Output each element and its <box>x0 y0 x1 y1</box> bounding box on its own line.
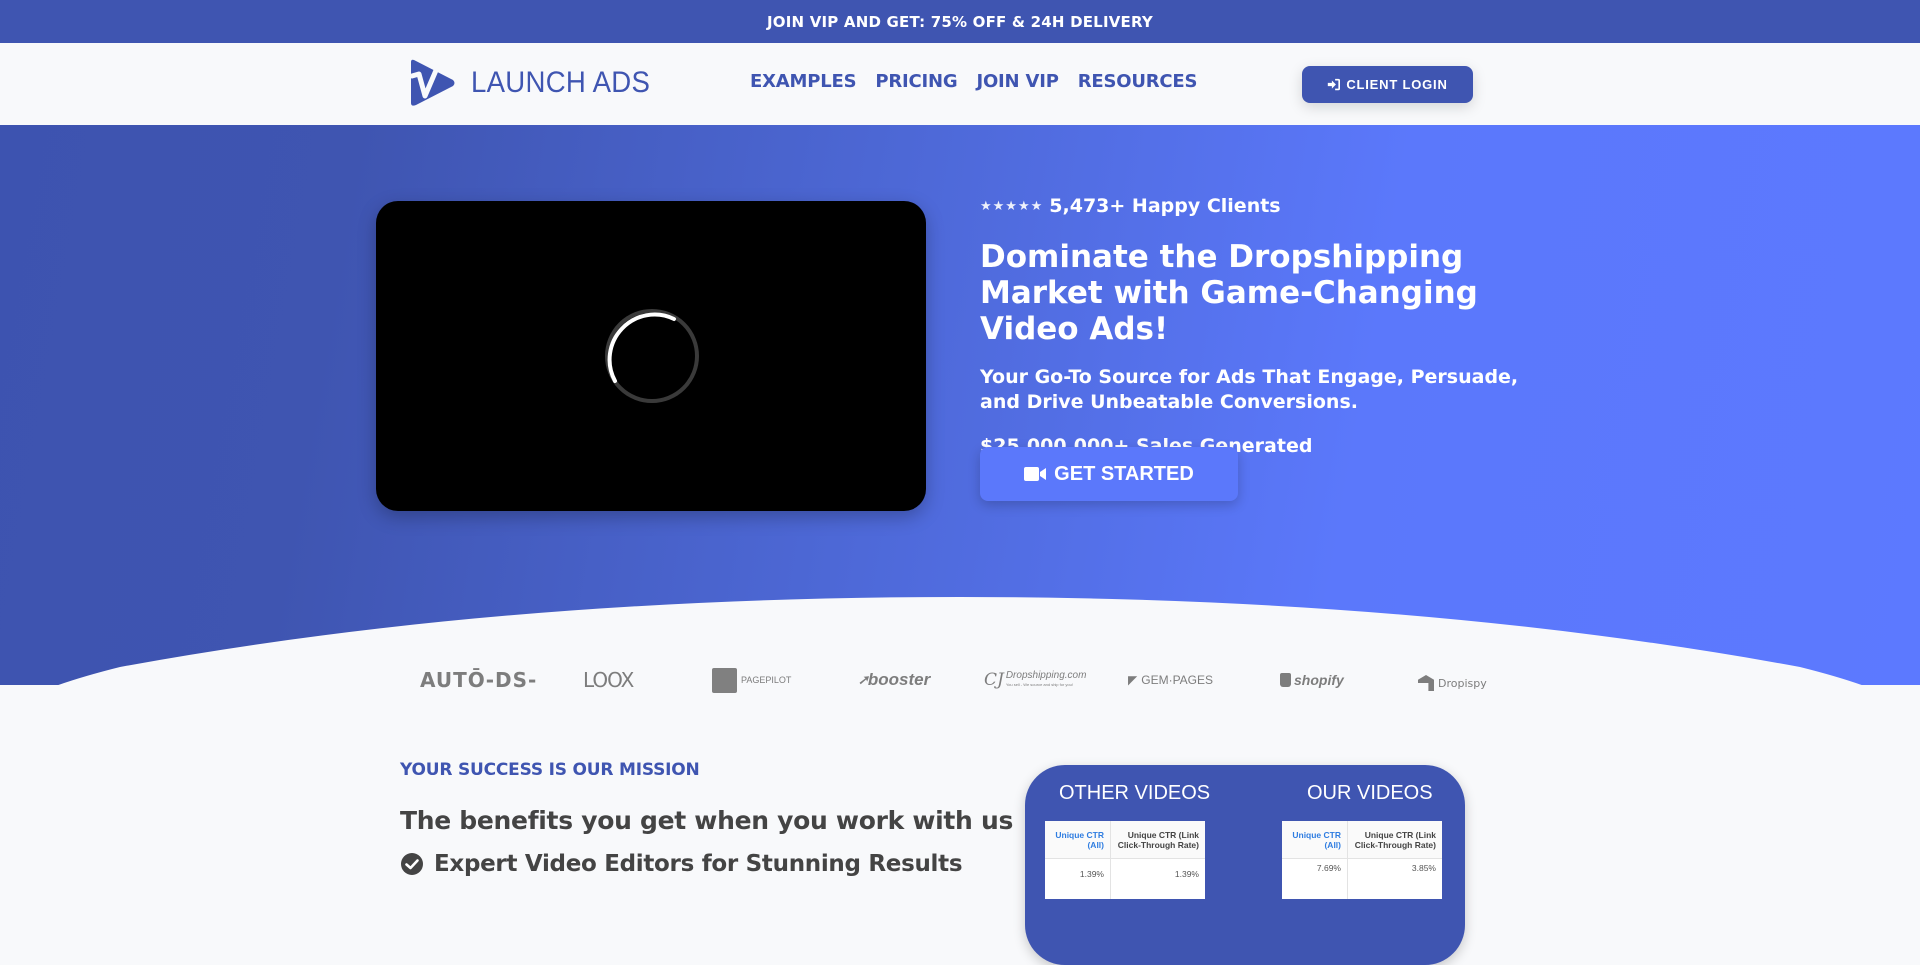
rating: ★★★★★ 5,473+ Happy Clients <box>980 195 1540 217</box>
benefits-section: YOUR SUCCESS IS OUR MISSION The benefits… <box>400 760 1013 877</box>
ctr-link-value: 3.85% <box>1411 863 1436 873</box>
logo-shopify: shopify <box>1280 660 1344 700</box>
our-videos-title: OUR VIDEOS <box>1307 782 1433 804</box>
our-videos-table: Unique CTR (All) Unique CTR (Link Click-… <box>1282 821 1442 899</box>
main-nav: EXAMPLES PRICING JOIN VIP RESOURCES <box>750 71 1197 92</box>
benefits-title: The benefits you get when you work with … <box>400 806 1014 835</box>
ctr-link-value: 1.39% <box>1174 869 1199 879</box>
benefits-kicker: YOUR SUCCESS IS OUR MISSION <box>400 760 700 780</box>
dropispy-shape-icon <box>1418 675 1434 691</box>
promo-text: JOIN VIP AND GET: 75% OFF & 24H DELIVERY <box>767 12 1153 31</box>
client-login-label: CLIENT LOGIN <box>1346 77 1448 92</box>
logo-booster: ➚ booster <box>858 670 931 689</box>
logo-cj-dropshipping: CJ Dropshipping.com You sell - We source… <box>984 670 1087 690</box>
ctr-comparison-card: OTHER VIDEOS OUR VIDEOS Unique CTR (All)… <box>1025 765 1465 965</box>
nav-join-vip[interactable]: JOIN VIP <box>976 71 1058 92</box>
cj-script-icon: CJ <box>984 670 1004 690</box>
client-login-button[interactable]: CLIENT LOGIN <box>1302 66 1473 103</box>
other-videos-title: OTHER VIDEOS <box>1059 782 1211 804</box>
header-unique-ctr-link: Unique CTR (Link Click-Through Rate) <box>1354 830 1436 850</box>
gempages-flag-icon: ◤ <box>1128 673 1138 687</box>
shopify-bag-icon <box>1280 673 1291 687</box>
header-unique-ctr-link: Unique CTR (Link Click-Through Rate) <box>1117 830 1199 850</box>
logo-autods: AUTŌ-DS- <box>420 668 538 692</box>
partner-logos: AUTŌ-DS- LOOX PAGEPILOT ➚ booster CJ Dro… <box>400 660 1500 700</box>
nav-resources[interactable]: RESOURCES <box>1078 71 1198 92</box>
header-unique-ctr-all: Unique CTR (All) <box>1282 821 1348 858</box>
nav-pricing[interactable]: PRICING <box>875 71 957 92</box>
get-started-label: GET STARTED <box>1054 462 1194 485</box>
loading-spinner-icon <box>605 309 699 403</box>
logo-dropispy: Dropispy <box>1418 663 1487 703</box>
hero-video-player[interactable] <box>376 201 926 511</box>
happy-clients-text: 5,473+ Happy Clients <box>1049 195 1281 217</box>
promo-bar[interactable]: JOIN VIP AND GET: 75% OFF & 24H DELIVERY <box>0 0 1920 43</box>
table-header: Unique CTR (All) Unique CTR (Link Click-… <box>1045 821 1205 859</box>
hero-text: ★★★★★ 5,473+ Happy Clients Dominate the … <box>980 195 1540 501</box>
hero-headline: Dominate the Dropshipping Market with Ga… <box>980 239 1478 347</box>
benefit-item: Expert Video Editors for Stunning Result… <box>400 851 1013 877</box>
header-unique-ctr-all: Unique CTR (All) <box>1045 821 1111 858</box>
table-row: 1.39% 1.39% <box>1045 859 1205 899</box>
benefit-text: Expert Video Editors for Stunning Result… <box>434 851 963 877</box>
star-rating-icon: ★★★★★ <box>980 198 1044 214</box>
nav-examples[interactable]: EXAMPLES <box>750 71 857 92</box>
hero-subheadline: Your Go-To Source for Ads That Engage, P… <box>980 366 1519 413</box>
hero-section: ★★★★★ 5,473+ Happy Clients Dominate the … <box>0 125 1920 685</box>
video-camera-icon <box>1024 467 1047 481</box>
ctr-all-value: 7.69% <box>1282 859 1348 899</box>
logo-text: LAUNCH ADS <box>471 66 651 99</box>
check-circle-icon <box>401 853 423 875</box>
ctr-all-value: 1.39% <box>1045 859 1111 899</box>
site-header: LAUNCH ADS EXAMPLES PRICING JOIN VIP RES… <box>0 43 1920 125</box>
get-started-button[interactable]: GET STARTED <box>980 447 1238 501</box>
sign-in-icon <box>1328 78 1341 91</box>
logo-gempages: ◤ GEM·PAGES <box>1128 673 1214 687</box>
launch-ads-logo-icon <box>409 59 455 106</box>
other-videos-table: Unique CTR (All) Unique CTR (Link Click-… <box>1045 821 1205 899</box>
logo-pagepilot: PAGEPILOT <box>712 660 791 700</box>
table-row: 7.69% 3.85% <box>1282 859 1442 899</box>
logo[interactable]: LAUNCH ADS <box>407 58 666 108</box>
pagepilot-square-icon <box>712 667 737 693</box>
logo-loox: LOOX <box>583 668 634 692</box>
table-header: Unique CTR (All) Unique CTR (Link Click-… <box>1282 821 1442 859</box>
